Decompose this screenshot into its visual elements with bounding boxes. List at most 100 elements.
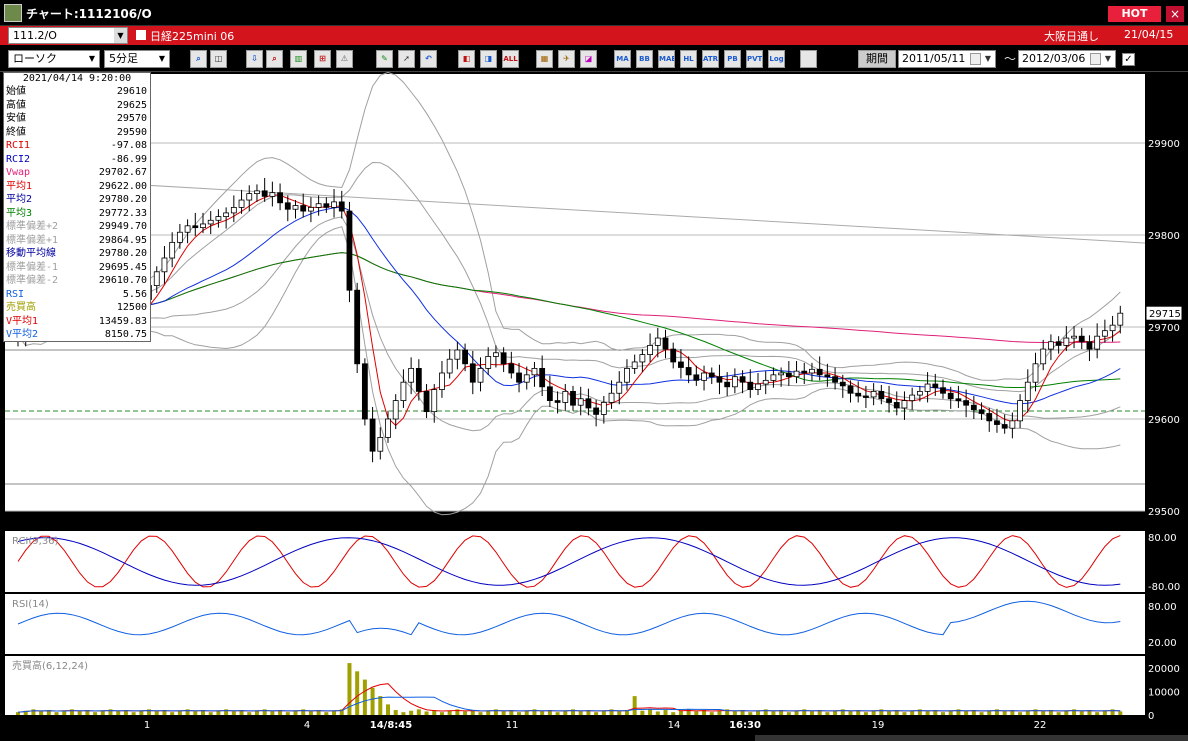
info-row: 移動平均線 29780.20 xyxy=(4,247,150,261)
volume-bar xyxy=(416,709,421,715)
candle xyxy=(308,206,314,212)
info-row: 標準偏差-1 29695.45 xyxy=(4,261,150,275)
calendar-icon[interactable] xyxy=(970,53,981,65)
instrument-name: 日経225mini 06 xyxy=(150,30,235,43)
bb-button[interactable]: BB xyxy=(636,50,653,68)
undefined[interactable] xyxy=(800,50,817,68)
candle xyxy=(1017,400,1023,422)
candle xyxy=(408,367,415,383)
candle xyxy=(855,392,862,397)
apply-checkbox[interactable]: ✓ xyxy=(1122,53,1135,66)
volume-panel[interactable] xyxy=(5,656,1145,715)
volume-bar xyxy=(902,712,907,715)
volume-bar xyxy=(517,712,522,715)
back-icon[interactable]: ↶ xyxy=(420,50,437,68)
hot-button[interactable]: HOT xyxy=(1108,6,1161,22)
search-icon[interactable]: ⌕ xyxy=(266,50,283,68)
candle xyxy=(886,398,892,403)
date-to-field[interactable]: 2012/03/06 ▼ xyxy=(1018,50,1116,68)
all-button[interactable]: ALL xyxy=(502,50,519,68)
info-value: 29780.20 xyxy=(98,248,147,259)
y-tick-label: 29500 xyxy=(1148,507,1180,518)
candle xyxy=(331,201,337,208)
log-button[interactable]: Log xyxy=(768,50,785,68)
date-from-field[interactable]: 2011/05/11 ▼ xyxy=(898,50,996,68)
info-row: RSI 5.56 xyxy=(4,288,150,302)
tool-icon[interactable]: ✈ xyxy=(558,50,575,68)
volume-bar xyxy=(501,711,506,715)
candle xyxy=(1071,335,1077,339)
chevron-down-icon[interactable]: ▼ xyxy=(1102,53,1114,65)
symbol-input[interactable]: 111.2/O xyxy=(8,27,128,44)
chevron-down-icon[interactable]: ▼ xyxy=(114,28,127,43)
y-tick-label: 29600 xyxy=(1148,415,1180,426)
grid-icon[interactable]: ▦ xyxy=(536,50,553,68)
close-icon[interactable]: × xyxy=(1166,6,1184,22)
candle-icon[interactable]: ◧ xyxy=(458,50,475,68)
info-value: 29695.45 xyxy=(98,261,147,273)
candle xyxy=(978,409,985,414)
rsi-panel[interactable] xyxy=(5,594,1145,654)
candle xyxy=(693,374,700,381)
volume-bar xyxy=(632,696,637,715)
candle xyxy=(816,368,823,376)
candle xyxy=(616,381,623,394)
bar-chart-icon[interactable]: ▥ xyxy=(290,50,307,68)
candle xyxy=(1109,324,1116,332)
scrollbar-track[interactable] xyxy=(755,735,1188,741)
volume-bar xyxy=(825,712,830,715)
last-price-label: 29715 xyxy=(1149,309,1181,320)
x-tick-label: 1 xyxy=(144,720,150,731)
info-value: 13459.83 xyxy=(98,315,147,327)
volume-bar xyxy=(170,712,175,715)
pb-button[interactable]: PB xyxy=(724,50,741,68)
chart-area[interactable]: 29900298002970029600295001 4 14/8:45 11 14 16… xyxy=(0,72,1188,735)
candle xyxy=(909,394,916,401)
price-panel[interactable] xyxy=(5,74,1145,511)
candle xyxy=(809,368,815,374)
info-label: RCI1 xyxy=(6,140,31,151)
candle2-icon[interactable]: ◨ xyxy=(480,50,497,68)
volume-bar xyxy=(231,711,236,715)
info-value: 29780.20 xyxy=(98,194,147,205)
volume-bar xyxy=(131,712,136,715)
calendar-icon[interactable] xyxy=(1090,53,1101,65)
trend-icon[interactable]: ⊞ xyxy=(314,50,331,68)
info-label: 終値 xyxy=(6,126,26,138)
candle xyxy=(361,363,368,420)
volume-bar xyxy=(93,712,98,715)
volume-bar xyxy=(694,711,699,715)
volume-bar xyxy=(578,711,583,715)
arrow-down-icon[interactable]: ⇩ xyxy=(246,50,263,68)
candle xyxy=(839,381,846,387)
pvt-button[interactable]: PVT xyxy=(746,50,763,68)
candle xyxy=(1009,420,1016,429)
period-button[interactable]: 期間 xyxy=(858,50,896,68)
chevron-down-icon[interactable]: ▼ xyxy=(982,53,994,65)
volume-bar xyxy=(424,711,429,715)
cursor-icon[interactable]: ➚ xyxy=(398,50,415,68)
candle xyxy=(292,205,299,210)
color-icon[interactable]: ◪ xyxy=(580,50,597,68)
volume-bar xyxy=(617,711,622,715)
x-tick-label: 16:30 xyxy=(729,720,761,731)
volume-bar xyxy=(54,712,59,715)
candle xyxy=(1048,341,1054,350)
y-tick-label: -80.00 xyxy=(1148,582,1180,593)
interval-select[interactable]: 5分足 ▼ xyxy=(104,50,170,68)
candle xyxy=(477,367,484,383)
candle xyxy=(970,404,977,411)
pencil-icon[interactable]: ✎ xyxy=(376,50,393,68)
y-tick-label: 29900 xyxy=(1148,139,1180,150)
volume-bar xyxy=(378,696,383,715)
ma-button[interactable]: MA xyxy=(614,50,631,68)
hl-button[interactable]: HL xyxy=(680,50,697,68)
mae-button[interactable]: MAE xyxy=(658,50,675,68)
warning-icon[interactable]: ⚠ xyxy=(336,50,353,68)
atr-button[interactable]: ATR xyxy=(702,50,719,68)
y-tick-label: 20.00 xyxy=(1148,638,1177,649)
chart-type-select[interactable]: ローソク ▼ xyxy=(8,50,100,68)
split-icon[interactable]: ◫ xyxy=(210,50,227,68)
x-tick-label: 19 xyxy=(872,720,885,731)
zoom-icon[interactable]: ⌕ xyxy=(190,50,207,68)
